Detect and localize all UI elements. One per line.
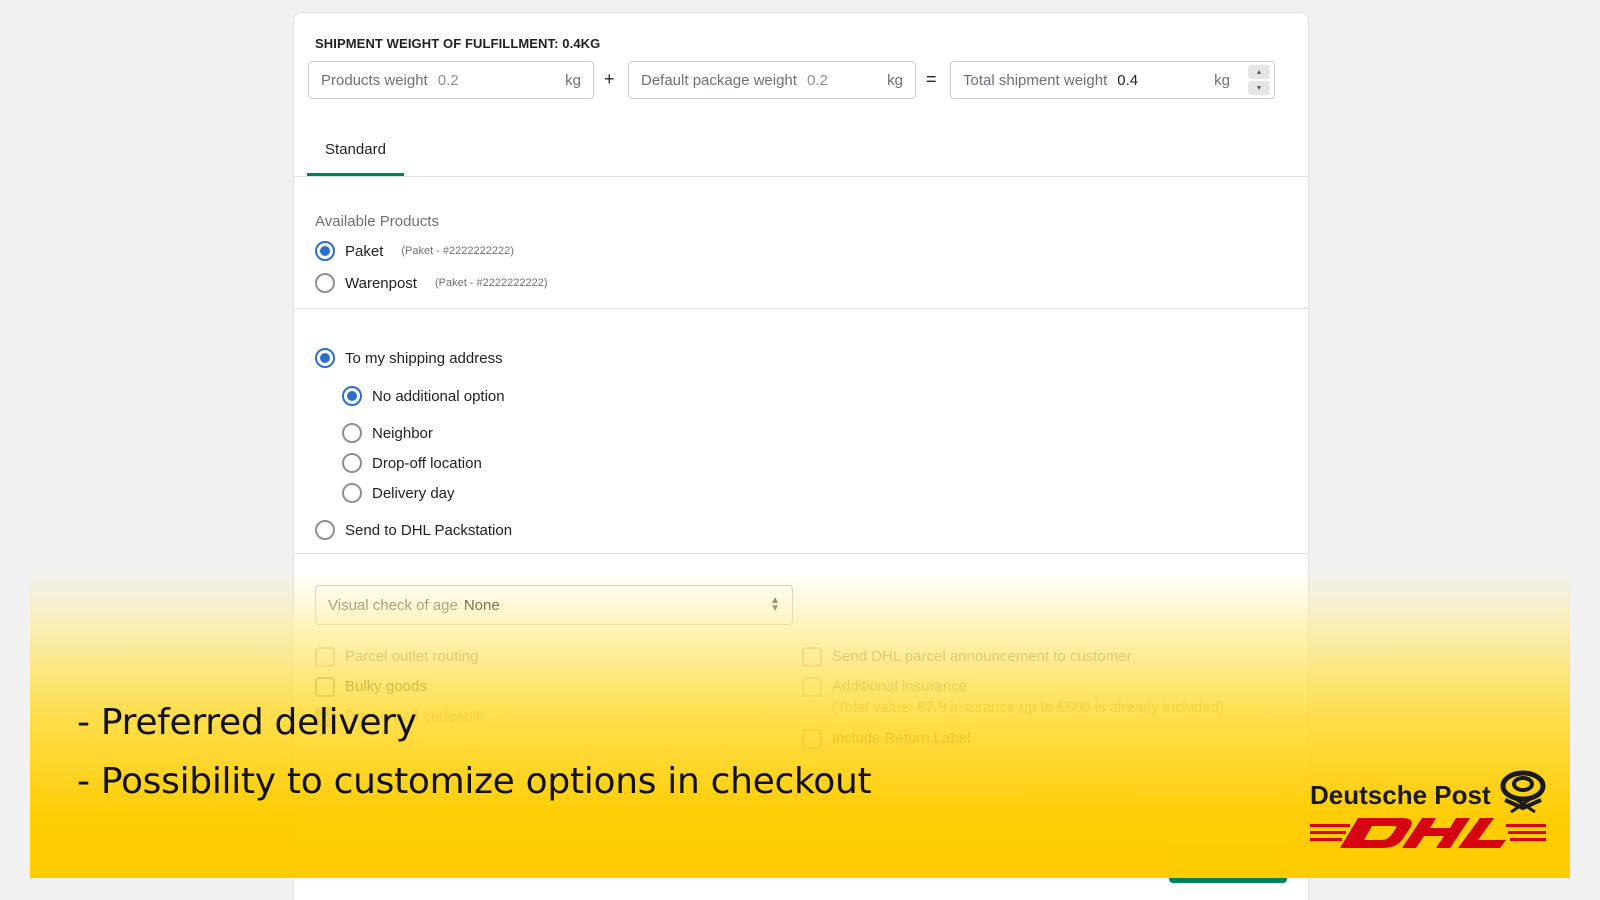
- checkbox-label: Send DHL parcel announcement to customer: [832, 648, 1132, 665]
- products-weight-label: Products weight: [321, 71, 428, 89]
- product-name: Paket: [345, 242, 384, 260]
- option-label: Drop-off location: [372, 454, 482, 472]
- option-label: To my shipping address: [345, 349, 503, 367]
- package-weight-unit: kg: [887, 71, 903, 89]
- radio-selected-icon[interactable]: [315, 241, 335, 261]
- age-check-label: Visual check of age: [328, 596, 458, 614]
- decrement-icon[interactable]: ▼: [1248, 81, 1270, 95]
- option-no-additional[interactable]: No additional option: [342, 386, 505, 406]
- primary-action-button[interactable]: [1169, 845, 1287, 883]
- option-label: Delivery day: [372, 484, 455, 502]
- checkbox-bulky-goods[interactable]: Bulky goods: [315, 677, 427, 697]
- shipment-weight-title: SHIPMENT WEIGHT OF FULFILLMENT: 0.4KG: [315, 36, 601, 51]
- package-weight-field[interactable]: Default package weight 0.2 kg: [628, 61, 916, 99]
- checkbox-icon[interactable]: [315, 677, 335, 697]
- bullet-preferred-delivery: - Preferred delivery: [77, 702, 417, 743]
- products-weight-unit: kg: [565, 71, 581, 89]
- age-check-select[interactable]: Visual check of age None ▲ ▼: [315, 585, 793, 625]
- radio-icon[interactable]: [342, 483, 362, 503]
- checkbox-label: Bulky goods: [345, 678, 427, 695]
- option-packstation[interactable]: Send to DHL Packstation: [315, 520, 512, 540]
- bullet-customize-options: - Possibility to customize options in ch…: [77, 761, 872, 802]
- insurance-note: (Total value: €7.9 insurance up to €500 …: [832, 699, 1224, 716]
- product-sub: (Paket - #2222222222): [401, 245, 514, 257]
- total-weight-label: Total shipment weight: [963, 71, 1108, 89]
- radio-icon[interactable]: [315, 520, 335, 540]
- delivery-divider: [294, 553, 1308, 554]
- post-horn-icon: [1500, 770, 1546, 814]
- total-weight-unit: kg: [1214, 71, 1230, 89]
- checkbox-return-label[interactable]: Include Return Label: [802, 729, 970, 749]
- products-divider: [294, 308, 1308, 309]
- weight-stepper[interactable]: ▲ ▼: [1248, 65, 1270, 95]
- tab-divider: [294, 176, 1308, 177]
- available-products-label: Available Products: [315, 213, 439, 230]
- radio-icon[interactable]: [315, 273, 335, 293]
- package-weight-label: Default package weight: [641, 71, 797, 89]
- radio-icon[interactable]: [342, 453, 362, 473]
- option-label: Send to DHL Packstation: [345, 521, 513, 539]
- product-option-paket[interactable]: Paket (Paket - #2222222222): [315, 241, 514, 261]
- total-weight-value: 0.4: [1117, 71, 1139, 89]
- checkbox-label: Parcel outlet routing: [345, 648, 479, 665]
- checkbox-icon[interactable]: [802, 647, 822, 667]
- product-name: Warenpost: [345, 274, 417, 292]
- product-sub: (Paket - #2222222222): [434, 277, 548, 289]
- checkbox-additional-insurance[interactable]: Additional insurance (Total value: €7.9 …: [802, 677, 1224, 718]
- dhl-logo: [1310, 818, 1546, 848]
- checkbox-announcement[interactable]: Send DHL parcel announcement to customer: [802, 647, 1132, 667]
- products-weight-value: 0.2: [437, 71, 459, 89]
- option-shipping-address[interactable]: To my shipping address: [315, 348, 503, 368]
- checkbox-icon[interactable]: [315, 647, 335, 667]
- total-weight-field[interactable]: Total shipment weight 0.4 kg ▲ ▼: [950, 61, 1275, 99]
- checkbox-parcel-outlet[interactable]: Parcel outlet routing: [315, 647, 478, 667]
- checkbox-label-group: Additional insurance (Total value: €7.9 …: [832, 677, 1224, 718]
- checkbox-icon[interactable]: [802, 677, 822, 697]
- option-neighbor[interactable]: Neighbor: [342, 423, 433, 443]
- deutsche-post-logo-text: Deutsche Post: [1310, 780, 1491, 810]
- age-check-value: None: [463, 596, 500, 614]
- tab-standard[interactable]: Standard: [307, 126, 404, 176]
- radio-selected-icon[interactable]: [342, 386, 362, 406]
- select-arrows-icon: ▲ ▼: [770, 595, 780, 614]
- checkbox-icon[interactable]: [802, 729, 822, 749]
- option-label: Neighbor: [372, 424, 433, 442]
- increment-icon[interactable]: ▲: [1248, 65, 1270, 79]
- package-weight-value: 0.2: [806, 71, 828, 89]
- products-weight-field[interactable]: Products weight 0.2 kg: [308, 61, 594, 99]
- option-dropoff[interactable]: Drop-off location: [342, 453, 482, 473]
- radio-icon[interactable]: [342, 423, 362, 443]
- radio-selected-icon[interactable]: [315, 348, 335, 368]
- checkbox-label: Additional insurance: [832, 678, 968, 695]
- checkbox-label: Include Return Label: [832, 730, 971, 747]
- option-label: No additional option: [372, 387, 505, 405]
- plus-sign: +: [604, 69, 615, 89]
- product-option-warenpost[interactable]: Warenpost (Paket - #2222222222): [315, 273, 548, 293]
- option-delivery-day[interactable]: Delivery day: [342, 483, 455, 503]
- equals-sign: =: [926, 69, 937, 89]
